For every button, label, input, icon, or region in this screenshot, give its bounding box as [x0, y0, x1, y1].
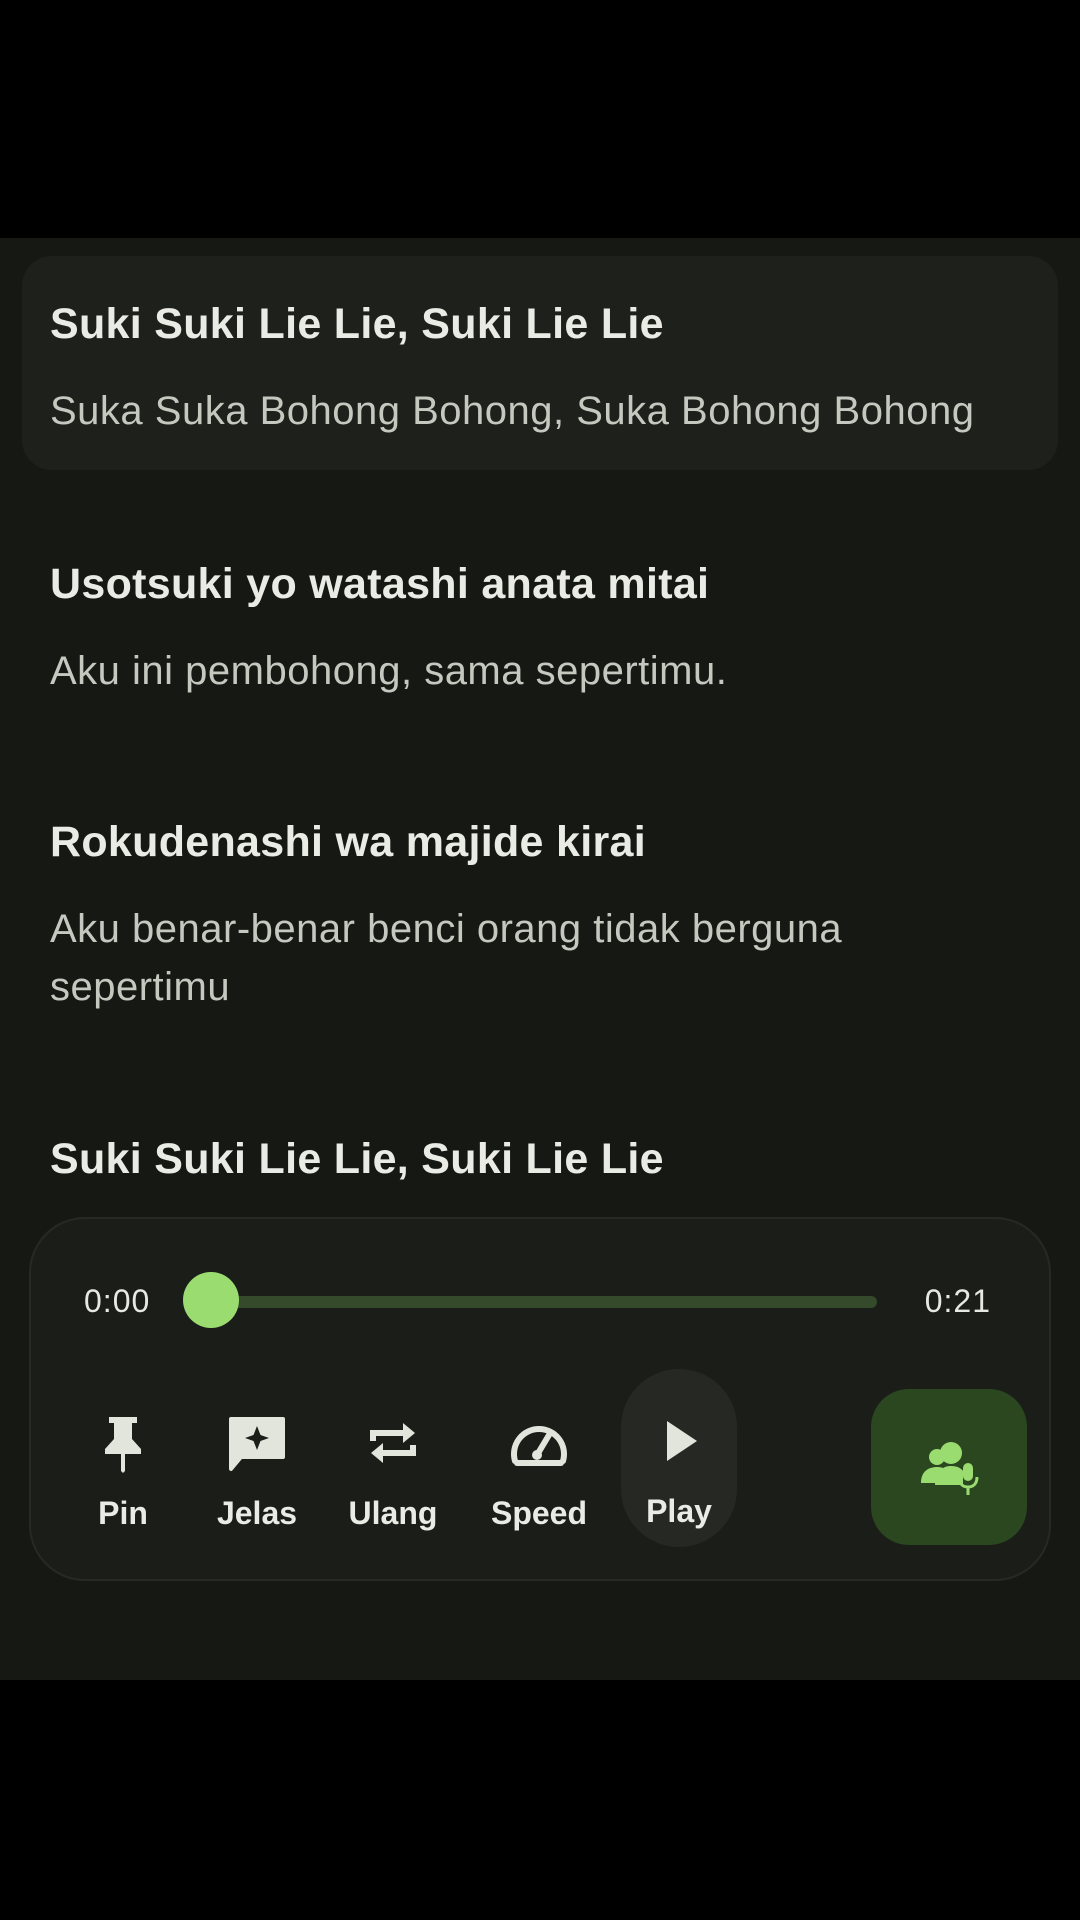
- lyric-line[interactable]: Rokudenashi wa majide kirai Aku benar-be…: [22, 814, 1058, 1016]
- pin-button[interactable]: Pin: [63, 1387, 183, 1547]
- lyric-original: Suki Suki Lie Lie, Suki Lie Lie: [50, 300, 664, 348]
- play-icon: [667, 1421, 697, 1461]
- current-time: 0:00: [84, 1283, 151, 1319]
- jelas-label: Jelas: [216, 1495, 298, 1531]
- repeat-icon: [370, 1423, 416, 1463]
- play-label: Play: [646, 1493, 712, 1529]
- progress-thumb[interactable]: [183, 1272, 239, 1328]
- speedometer-icon: [511, 1426, 567, 1466]
- play-button[interactable]: Play: [621, 1369, 737, 1547]
- speed-button[interactable]: Speed: [479, 1387, 599, 1547]
- lyric-original: Rokudenashi wa majide kirai: [50, 818, 646, 866]
- voice-chat-button[interactable]: [871, 1389, 1027, 1545]
- lyric-translation: Aku benar-benar benci orang tidak bergun…: [50, 907, 843, 1009]
- lyric-line-active[interactable]: Suki Suki Lie Lie, Suki Lie Lie Suka Suk…: [22, 256, 1058, 470]
- lyric-line[interactable]: Suki Suki Lie Lie, Suki Lie Lie: [22, 1131, 1058, 1187]
- group-mic-icon: [921, 1442, 979, 1495]
- lyric-translation: Suka Suka Bohong Bohong, Suka Bohong Boh…: [50, 389, 975, 433]
- lyrics-screen: Suki Suki Lie Lie, Suki Lie Lie Suka Suk…: [0, 238, 1080, 1680]
- audio-player-panel: 0:00 0:21 Pin Jelas Ulang Speed Play: [29, 1217, 1051, 1581]
- sparkle-chat-icon: [229, 1417, 285, 1471]
- ulang-button[interactable]: Ulang: [333, 1387, 453, 1547]
- lyric-line[interactable]: Usotsuki yo watashi anata mitai Aku ini …: [22, 556, 1058, 700]
- jelas-button[interactable]: Jelas: [197, 1387, 317, 1547]
- speed-label: Speed: [490, 1495, 588, 1531]
- lyric-translation: Aku ini pembohong, sama sepertimu.: [50, 649, 728, 693]
- lyric-original: Usotsuki yo watashi anata mitai: [50, 560, 710, 608]
- total-time: 0:21: [924, 1283, 991, 1319]
- progress-track[interactable]: [211, 1296, 877, 1308]
- lyric-original: Suki Suki Lie Lie, Suki Lie Lie: [50, 1135, 664, 1183]
- ulang-label: Ulang: [348, 1495, 438, 1531]
- pin-icon: [105, 1417, 141, 1473]
- pin-label: Pin: [98, 1495, 148, 1531]
